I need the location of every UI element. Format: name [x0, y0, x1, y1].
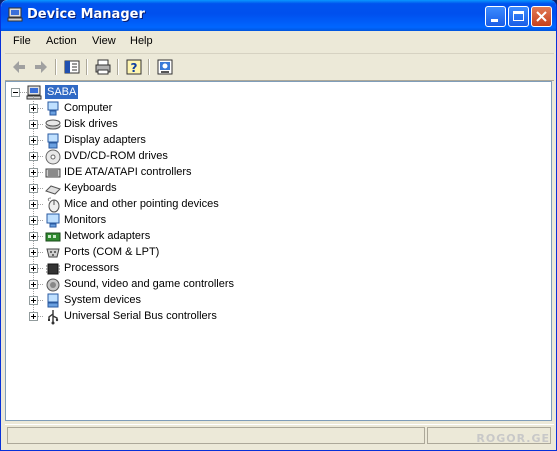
tree-item-label: Computer [64, 102, 113, 114]
status-bar [5, 424, 554, 447]
tree-item-label: Sound, video and game controllers [64, 278, 234, 290]
expand-toggle[interactable] [29, 104, 38, 113]
expand-toggle[interactable] [29, 232, 38, 241]
expand-toggle[interactable] [29, 152, 38, 161]
cd-drive-icon [45, 149, 61, 165]
menu-file[interactable]: File [13, 35, 31, 47]
tree-connector [38, 252, 43, 253]
system-device-icon [47, 293, 59, 308]
tree-connector [38, 204, 43, 205]
menu-bar: File Action View Help [5, 31, 554, 54]
expand-toggle[interactable] [29, 168, 38, 177]
tree-item-label: Universal Serial Bus controllers [64, 310, 217, 322]
toolbar-separator [117, 59, 119, 75]
processor-icon [46, 263, 60, 275]
ide-controller-icon [45, 168, 61, 178]
tree-connector [38, 108, 43, 109]
minimize-icon [491, 19, 498, 22]
expand-toggle[interactable] [29, 200, 38, 209]
svg-text:?: ? [131, 61, 138, 75]
watermark: ROGOR.GE [476, 432, 550, 445]
window-title: Device Manager [27, 7, 145, 22]
tree-connector [38, 124, 43, 125]
expand-toggle[interactable] [29, 296, 38, 305]
expand-toggle[interactable] [29, 216, 38, 225]
mouse-icon [47, 197, 60, 213]
menu-view[interactable]: View [92, 35, 116, 47]
tree-item-label: Processors [64, 262, 120, 274]
tree-item-label: IDE ATA/ATAPI controllers [64, 166, 192, 178]
print-icon[interactable] [93, 57, 113, 77]
expand-toggle[interactable] [29, 280, 38, 289]
computer-icon [26, 85, 42, 100]
tree-connector [38, 140, 43, 141]
tree-item-label: System devices [64, 294, 142, 306]
close-button[interactable] [531, 6, 552, 27]
minimize-button[interactable] [485, 6, 506, 27]
root-collapse-toggle[interactable] [11, 88, 20, 97]
help-icon[interactable]: ? [124, 57, 144, 77]
tree-root-label[interactable]: SABA [45, 85, 79, 99]
tree-connector [38, 316, 43, 317]
tree-item-label: Mice and other pointing devices [64, 198, 219, 210]
expand-toggle[interactable] [29, 248, 38, 257]
status-pane [7, 427, 425, 444]
computer-icon [7, 7, 23, 22]
display-adapter-icon [47, 133, 59, 149]
menu-help[interactable]: Help [130, 35, 153, 47]
keyboard-icon [45, 185, 61, 195]
show-hide-tree-icon[interactable] [62, 57, 82, 77]
expand-toggle[interactable] [29, 136, 38, 145]
device-manager-window: Device Manager File Action View Help ? S… [0, 0, 557, 451]
menu-action[interactable]: Action [46, 35, 77, 47]
tree-item-label: Disk drives [64, 118, 118, 130]
network-adapter-icon [45, 232, 61, 242]
forward-arrow-icon[interactable] [31, 57, 51, 77]
usb-icon [48, 310, 59, 325]
maximize-icon [513, 11, 524, 21]
title-bar[interactable]: Device Manager [1, 0, 556, 31]
tree-connector [38, 268, 43, 269]
tree-item-label: Monitors [64, 214, 107, 226]
tree-connector [38, 236, 43, 237]
tree-connector [38, 172, 43, 173]
expand-toggle[interactable] [29, 184, 38, 193]
maximize-button[interactable] [508, 6, 529, 27]
tree-connector [38, 300, 43, 301]
back-arrow-icon[interactable] [9, 57, 29, 77]
sound-icon [46, 278, 60, 292]
tree-item-label: Network adapters [64, 230, 151, 242]
device-tree[interactable]: SABA Computer Disk drives Display adapters… [5, 81, 552, 421]
tree-item-label: DVD/CD-ROM drives [64, 150, 168, 162]
toolbar-separator [86, 59, 88, 75]
tree-item-label: Keyboards [64, 182, 117, 194]
tree-connector [38, 156, 43, 157]
tree-connector [38, 188, 43, 189]
close-icon [536, 11, 547, 22]
expand-toggle[interactable] [29, 120, 38, 129]
monitor-icon [46, 213, 60, 228]
expand-toggle[interactable] [29, 312, 38, 321]
tree-connector [38, 284, 43, 285]
expand-toggle[interactable] [29, 264, 38, 273]
tree-item-label: Ports (COM & LPT) [64, 246, 160, 258]
disk-drive-icon [45, 119, 61, 130]
tree-connector [38, 220, 43, 221]
toolbar-separator [55, 59, 57, 75]
toolbar-separator [148, 59, 150, 75]
tree-item-label: Display adapters [64, 134, 146, 146]
port-icon [46, 248, 60, 258]
toolbar: ? [5, 54, 554, 81]
computer-icon [47, 101, 59, 116]
scan-hardware-icon[interactable] [155, 57, 175, 77]
